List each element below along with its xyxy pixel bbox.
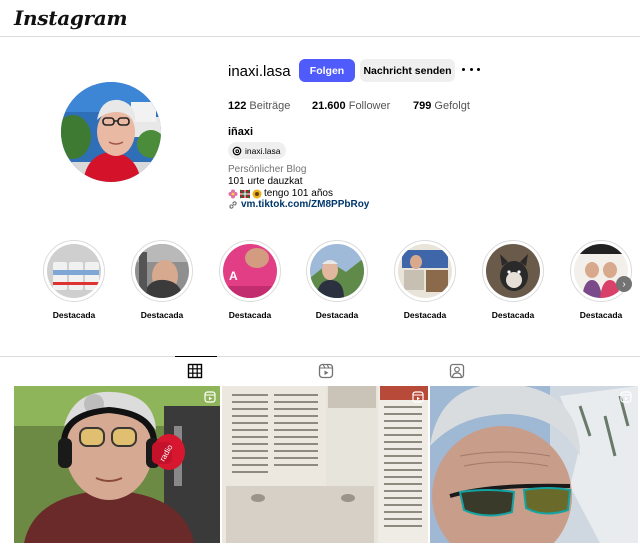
follow-button[interactable]: Folgen [299,59,355,82]
profile-link[interactable]: vm.tiktok.com/ZM8PPbRoy [241,199,369,210]
profile-full-name: iñaxi [228,126,254,138]
active-tab-indicator [175,356,217,357]
highlight-label: Destacada [403,310,447,320]
bio-line-2: tengo 101 años [228,188,333,199]
svg-text:A: A [229,269,238,283]
following-count-label: Gefolgt [434,100,470,112]
highlight-item[interactable]: Destacada [394,240,456,320]
post-thumbnail[interactable] [222,386,428,543]
posts-count: 122 Beiträge [228,100,290,112]
reels-icon[interactable] [318,363,334,379]
profile-username: inaxi.lasa [228,63,291,80]
threads-badge[interactable]: inaxi.lasa [228,142,287,159]
reel-indicator-icon [204,391,216,403]
profile-link-row[interactable]: vm.tiktok.com/ZM8PPbRoy [228,199,369,210]
flower-emoji-icon [228,189,238,198]
reel-indicator-icon [620,391,632,403]
followers-count-label: Follower [348,100,391,112]
sunflower-emoji-icon [252,189,262,198]
posts-count-value: 122 [228,100,247,112]
posts-count-label: Beiträge [249,100,291,112]
highlight-item[interactable]: Destacada [131,240,193,320]
message-button[interactable]: Nachricht senden [360,59,455,82]
bio-line-2-text: tengo 101 años [264,188,333,199]
highlight-label: Destacada [52,310,96,320]
reel-indicator-icon [412,391,424,403]
instagram-logo[interactable]: Instagram [14,6,128,30]
tagged-icon[interactable] [449,363,465,379]
followers-count-value: 21.600 [312,100,346,112]
highlight-item[interactable]: A Destacada [219,240,281,320]
highlight-item[interactable]: Destacada [43,240,105,320]
post-thumbnail[interactable] [430,386,638,543]
threads-handle: inaxi.lasa [245,145,281,156]
following-count-value: 799 [413,100,432,112]
grid-icon[interactable] [187,363,203,379]
highlight-label: Destacada [579,310,623,320]
profile-category: Persönlicher Blog [228,164,307,175]
more-options-icon[interactable] [462,62,480,76]
following-count[interactable]: 799 Gefolgt [413,100,470,112]
threads-icon [232,146,242,155]
followers-count[interactable]: 21.600 Follower [312,100,390,112]
profile-tabs [0,356,640,384]
highlight-label: Destacada [228,310,272,320]
link-icon [229,200,237,209]
profile-avatar[interactable] [61,82,161,182]
posts-grid: radio [14,386,638,543]
highlight-item[interactable]: Destacada [306,240,368,320]
highlight-label: Destacada [140,310,184,320]
flag-emoji-icon [240,188,250,199]
highlight-label: Destacada [491,310,535,320]
bio-line-1: 101 urte dauzkat [228,176,303,187]
top-bar: Instagram [0,0,640,37]
highlights-next-arrow-icon[interactable]: › [616,276,632,292]
highlight-item[interactable]: Destacada [482,240,544,320]
highlight-label: Destacada [315,310,359,320]
post-thumbnail[interactable]: radio [14,386,220,543]
story-highlights: Destacada Destacada A Destacada Destacad… [0,240,640,322]
